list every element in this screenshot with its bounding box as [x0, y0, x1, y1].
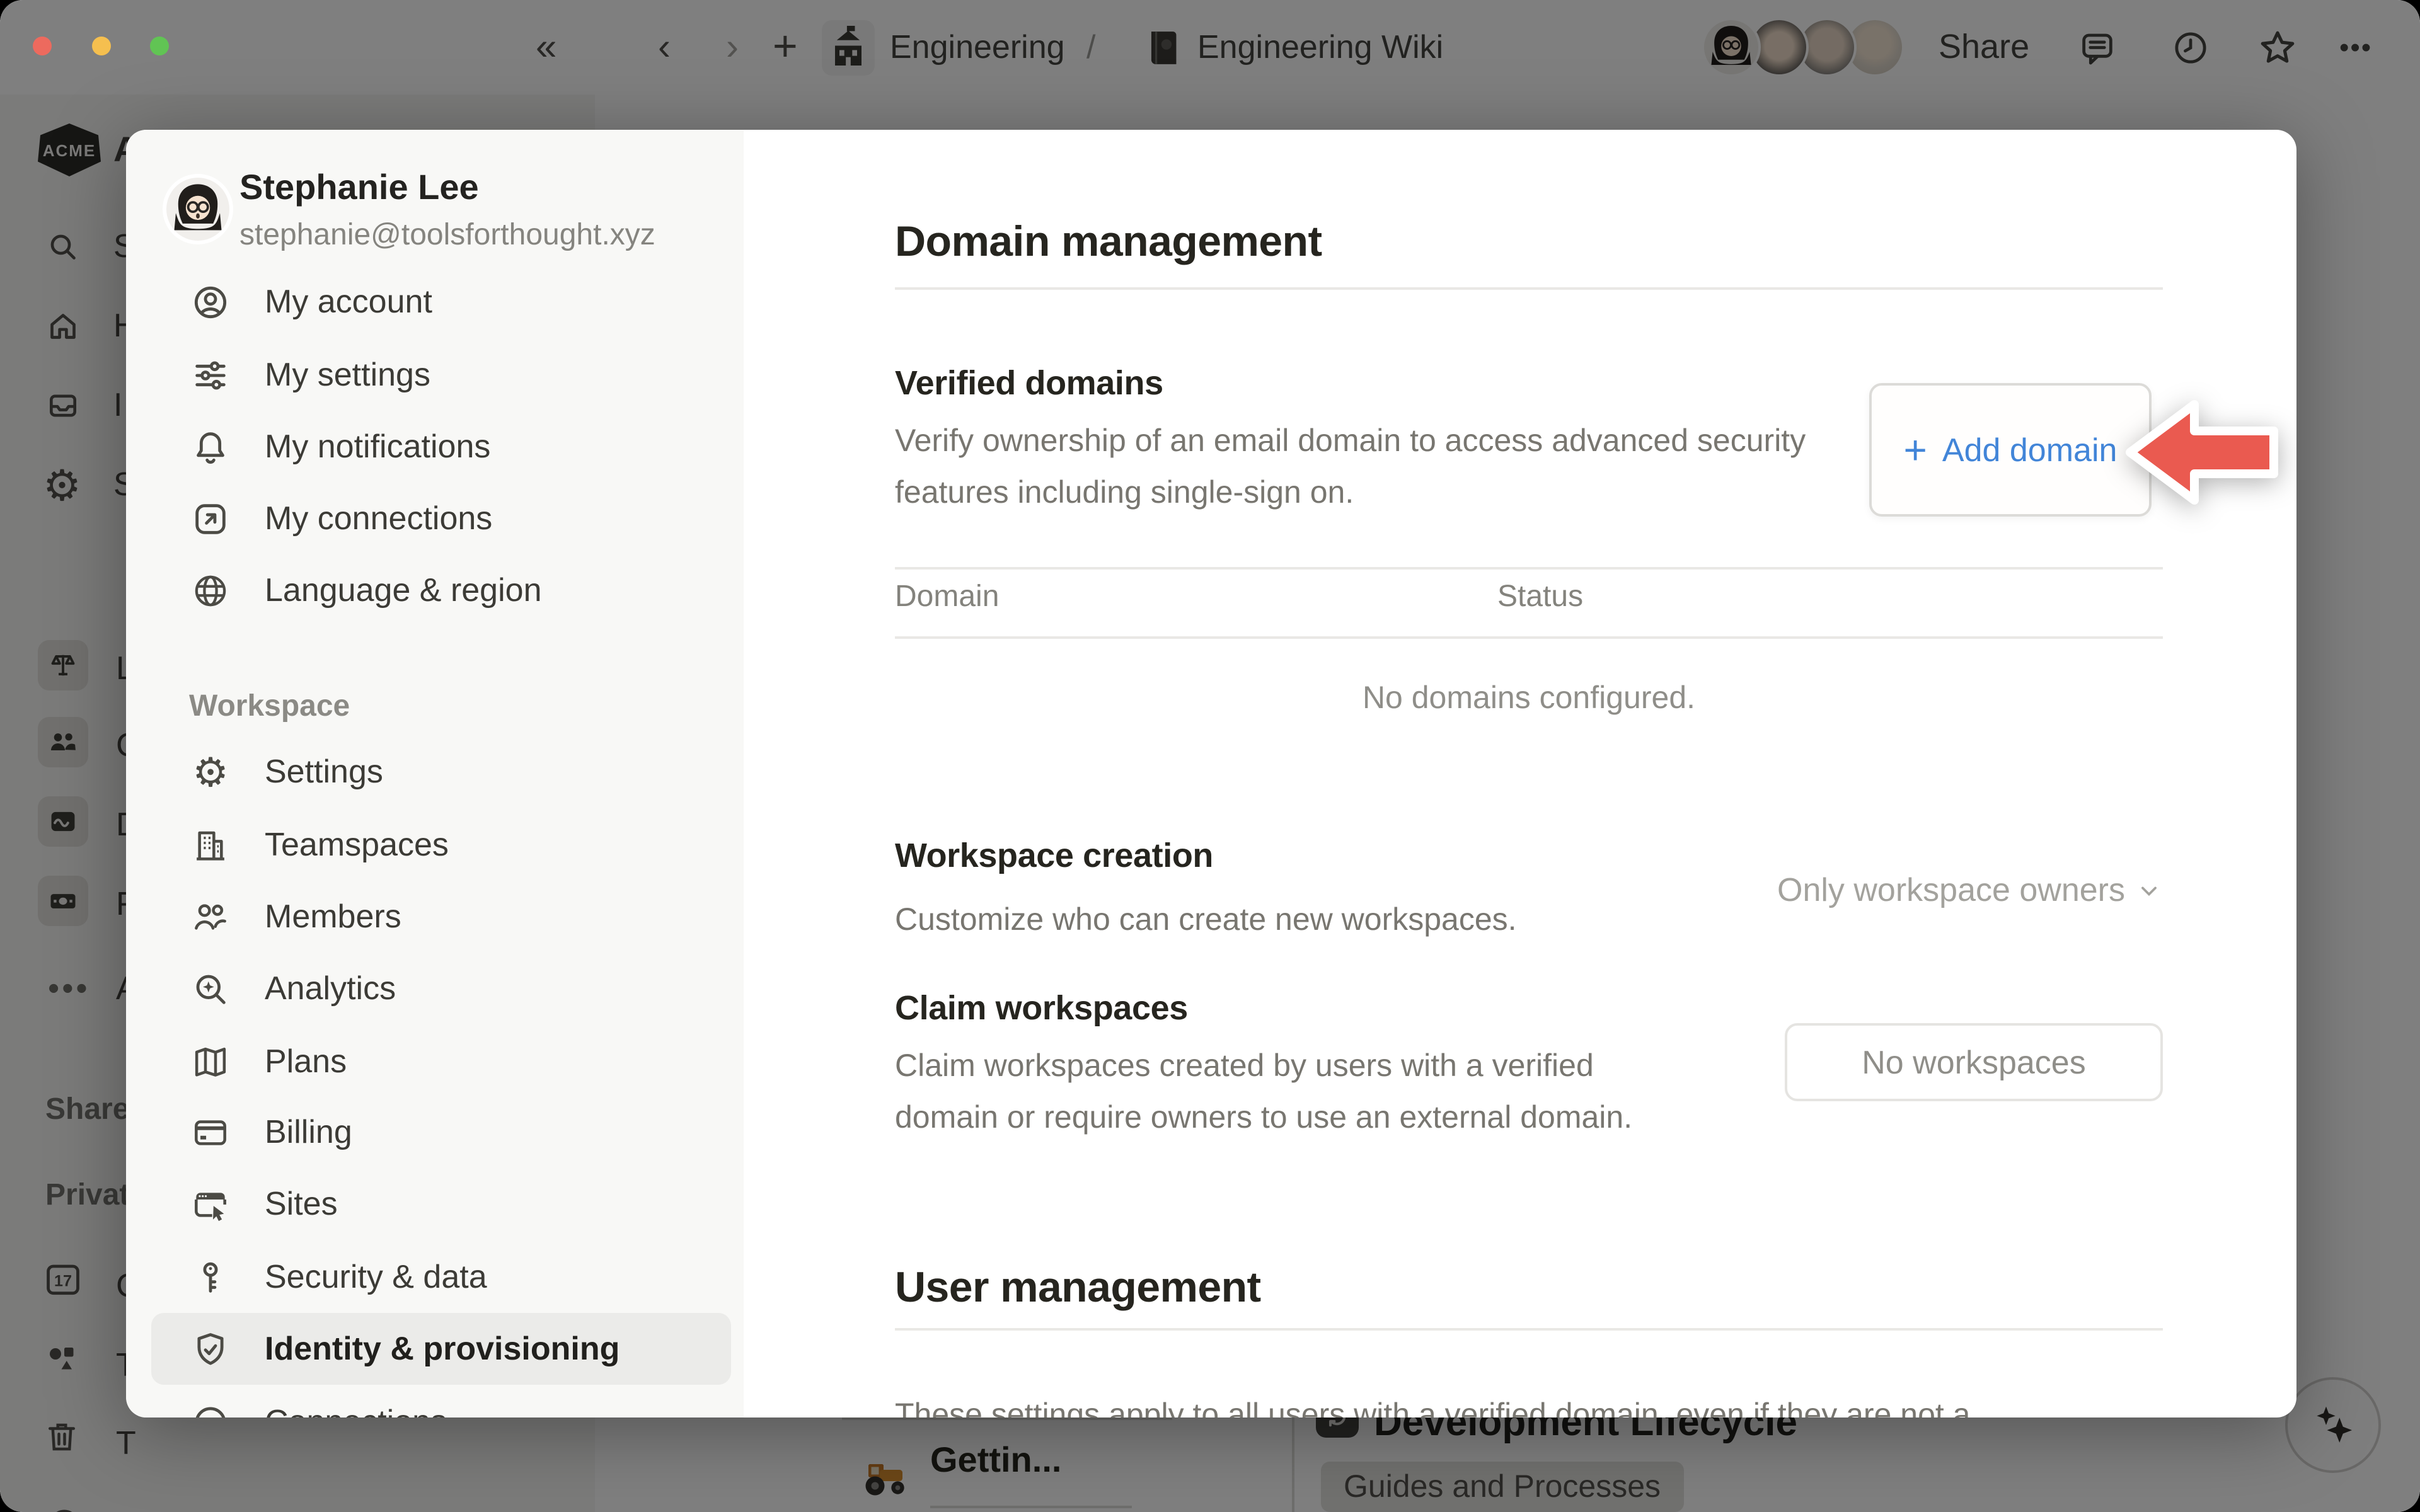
sidebar-item-settings[interactable]: ⚙ Settings — [151, 736, 731, 808]
circle-icon — [189, 1400, 232, 1418]
bell-icon — [189, 425, 232, 468]
sidebar-item-members[interactable]: Members — [151, 881, 731, 953]
gear-icon: ⚙ — [189, 750, 232, 793]
sidebar-item-sites[interactable]: Sites — [151, 1168, 731, 1240]
verified-domains-description: Verify ownership of an email domain to a… — [895, 416, 1878, 519]
credit-card-icon — [189, 1111, 232, 1154]
workspace-creation-description: Customize who can create new workspaces. — [895, 895, 1517, 946]
sidebar-item-billing[interactable]: Billing — [151, 1096, 731, 1168]
chevron-down-icon — [2135, 876, 2163, 904]
table-header-border — [895, 636, 2163, 639]
user-name: Stephanie Lee — [239, 168, 479, 208]
sidebar-item-plans[interactable]: Plans — [151, 1026, 731, 1097]
annotation-arrow — [2125, 392, 2279, 519]
map-icon — [189, 1040, 232, 1083]
sidebar-item-language-region[interactable]: Language & region — [151, 554, 731, 626]
claim-workspaces-description: Claim workspaces created by users with a… — [895, 1041, 1676, 1144]
plus-icon: + — [1904, 427, 1927, 473]
user-avatar — [166, 178, 229, 241]
workspace-section-header: Workspace — [189, 689, 350, 724]
browser-cursor-icon — [189, 1183, 232, 1225]
minimize-window-button[interactable] — [92, 37, 111, 55]
column-header-status: Status — [1497, 580, 1583, 615]
no-workspaces-button[interactable]: No workspaces — [1785, 1023, 2163, 1101]
key-icon — [189, 1256, 232, 1298]
workspace-creation-dropdown[interactable]: Only workspace owners — [1777, 871, 2163, 910]
close-window-button[interactable] — [33, 37, 52, 55]
settings-content: Domain management Verified domains Verif… — [744, 130, 2296, 1418]
globe-icon — [189, 569, 232, 612]
sidebar-item-analytics[interactable]: Analytics — [151, 953, 731, 1024]
workspace-creation-heading: Workspace creation — [895, 837, 1213, 876]
people-icon — [189, 895, 232, 938]
user-email: stephanie@toolsforthought.xyz — [239, 218, 655, 253]
screen: « ‹ › + Engineering / Engineering Wiki — [0, 0, 2420, 1512]
sidebar-item-my-settings[interactable]: My settings — [151, 339, 731, 411]
settings-sidebar: Stephanie Lee stephanie@toolsforthought.… — [126, 130, 744, 1418]
page-title: Domain management — [895, 218, 1322, 267]
column-header-domain: Domain — [895, 580, 999, 615]
person-circle-icon — [189, 280, 232, 323]
sliders-icon — [189, 353, 232, 396]
sidebar-item-teamspaces[interactable]: Teamspaces — [151, 809, 731, 881]
add-domain-button[interactable]: + Add domain — [1869, 383, 2152, 517]
divider — [895, 1328, 2163, 1331]
sidebar-item-identity-provisioning[interactable]: Identity & provisioning — [151, 1313, 731, 1385]
sidebar-item-my-notifications[interactable]: My notifications — [151, 411, 731, 483]
empty-table-message: No domains configured. — [895, 680, 2163, 717]
arrow-up-right-square-icon — [189, 497, 232, 540]
user-management-heading: User management — [895, 1264, 1261, 1313]
claim-workspaces-heading: Claim workspaces — [895, 989, 1188, 1028]
table-top-border — [895, 567, 2163, 570]
sidebar-item-my-account[interactable]: My account — [151, 266, 731, 338]
zoom-window-button[interactable] — [150, 37, 169, 55]
settings-dialog: Stephanie Lee stephanie@toolsforthought.… — [126, 130, 2296, 1418]
search-sparkle-icon — [189, 967, 232, 1010]
sidebar-item-connections[interactable]: Connections — [151, 1386, 731, 1418]
user-management-clipped-text: These settings apply to all users with a… — [895, 1390, 1971, 1418]
divider — [895, 287, 2163, 290]
app-window: « ‹ › + Engineering / Engineering Wiki — [0, 0, 2420, 1512]
verified-domains-heading: Verified domains — [895, 364, 1163, 403]
building-icon — [189, 823, 232, 866]
shield-check-icon — [189, 1327, 232, 1370]
sidebar-item-my-connections[interactable]: My connections — [151, 483, 731, 554]
sidebar-item-security-data[interactable]: Security & data — [151, 1241, 731, 1313]
